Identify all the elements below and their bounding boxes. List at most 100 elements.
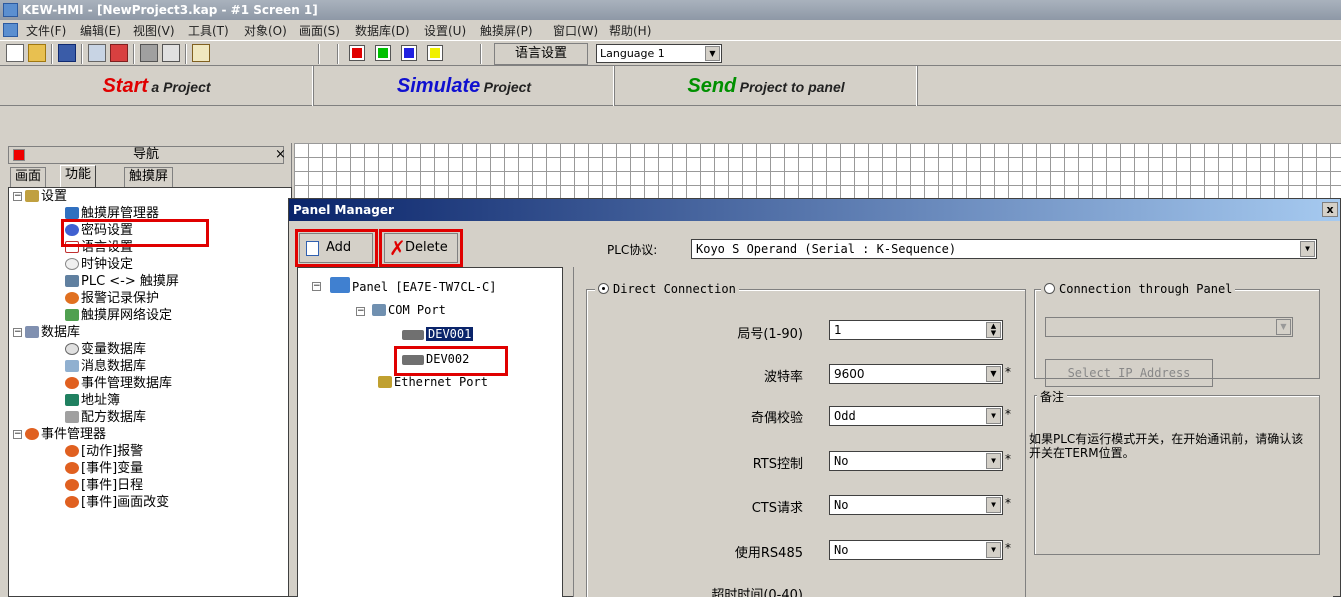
language-select[interactable]: Language 1 ▼: [596, 44, 722, 63]
chevron-down-icon[interactable]: ▼: [986, 366, 1001, 382]
screen-canvas[interactable]: [294, 143, 1341, 198]
simulate-project-button[interactable]: Simulate Project: [314, 66, 615, 106]
tree-item-event-db[interactable]: 事件管理数据库: [65, 375, 172, 392]
tree-item-recipe-db[interactable]: 配方数据库: [65, 409, 146, 426]
clock-icon: [65, 258, 79, 270]
device-icon: [402, 330, 424, 340]
rs485-select[interactable]: No ▼: [829, 540, 1003, 560]
tree-item-plc-panel[interactable]: PLC <-> 触摸屏: [65, 273, 179, 290]
rs485-label: 使用RS485: [734, 546, 803, 561]
collapse-icon[interactable]: −: [312, 282, 321, 291]
toolbar-separator: [51, 44, 53, 64]
tree-item-dev001[interactable]: DEV001: [402, 326, 474, 343]
tree-item-variable-db[interactable]: 变量数据库: [65, 341, 146, 358]
simulate-sublabel: Project: [483, 79, 532, 95]
chevron-down-icon[interactable]: ▼: [986, 453, 1001, 469]
transfer-icon[interactable]: [110, 44, 128, 62]
tree-item-network[interactable]: 触摸屏网络设定: [65, 307, 172, 324]
menu-file[interactable]: 文件(F): [26, 22, 66, 39]
ethernet-icon: [378, 376, 392, 388]
tree-item-message-db[interactable]: 消息数据库: [65, 358, 146, 375]
chevron-down-icon[interactable]: ▼: [986, 497, 1001, 513]
menu-view[interactable]: 视图(V): [133, 22, 175, 39]
baud-rate-select[interactable]: 9600 ▼: [829, 364, 1003, 384]
select-ip-address-button[interactable]: Select IP Address: [1045, 359, 1213, 387]
open-folder-icon[interactable]: [28, 44, 46, 62]
parity-select[interactable]: Odd ▼: [829, 406, 1003, 426]
print-preview-icon[interactable]: [162, 44, 180, 62]
document-icon[interactable]: [3, 23, 18, 37]
tree-item-settings[interactable]: 设置: [25, 188, 67, 205]
chevron-down-icon[interactable]: ▼: [986, 542, 1001, 558]
required-star: *: [1005, 452, 1011, 466]
plc-protocol-value: Koyo S Operand (Serial : K-Sequence): [696, 242, 957, 256]
menu-screen[interactable]: 画面(S): [299, 22, 340, 39]
tree-item-alarm-backup[interactable]: 报警记录保护: [65, 290, 159, 307]
close-icon[interactable]: ×: [275, 147, 286, 162]
chevron-down-icon[interactable]: ▼: [705, 46, 720, 61]
tree-item-database[interactable]: 数据库: [25, 324, 80, 341]
station-input[interactable]: 1 ▲ ▼: [829, 320, 1003, 340]
panel-connection-select[interactable]: ▼: [1045, 317, 1293, 337]
window-title: KEW-HMI - [NewProject3.kap - #1 Screen 1…: [22, 3, 318, 17]
blue-color-icon[interactable]: [401, 45, 417, 61]
tree-item-address-book[interactable]: 地址簿: [65, 392, 120, 409]
toolbar-separator: [337, 44, 339, 64]
app-icon: [3, 3, 18, 17]
tree-item-label: 事件管理数据库: [81, 376, 173, 391]
cts-select[interactable]: No ▼: [829, 495, 1003, 515]
tree-item-ethernet[interactable]: Ethernet Port: [378, 374, 488, 391]
tab-touchscreen[interactable]: 触摸屏: [124, 167, 174, 187]
tree-item-event-screen-change[interactable]: [事件]画面改变: [65, 494, 169, 511]
tree-item-clock[interactable]: 时钟设定: [65, 256, 133, 273]
database-icon: [25, 326, 39, 338]
menu-object[interactable]: 对象(O): [244, 22, 287, 39]
spinner-icon[interactable]: ▲ ▼: [986, 322, 1001, 338]
menu-window[interactable]: 窗口(W): [553, 22, 598, 39]
tree-item-event-schedule[interactable]: [事件]日程: [65, 477, 143, 494]
tree-item-panel[interactable]: Panel [EA7E-TW7CL-C]: [330, 277, 497, 294]
tree-item-label: [动作]报警: [81, 444, 144, 459]
print-icon[interactable]: [140, 44, 158, 62]
save-icon[interactable]: [58, 44, 76, 62]
collapse-icon[interactable]: −: [13, 430, 22, 439]
collapse-icon[interactable]: −: [13, 192, 22, 201]
new-file-icon[interactable]: [6, 44, 24, 62]
green-color-icon[interactable]: [375, 45, 391, 61]
radio-on-icon: [598, 283, 609, 294]
chevron-down-icon[interactable]: ▼: [986, 408, 1001, 424]
chevron-down-icon[interactable]: ▼: [1276, 319, 1291, 335]
tree-item-action-alarm[interactable]: [动作]报警: [65, 443, 143, 460]
yellow-color-icon[interactable]: [427, 45, 443, 61]
tab-function[interactable]: 功能: [60, 165, 97, 187]
menu-settings[interactable]: 设置(U): [424, 22, 466, 39]
language-settings-button[interactable]: 语言设置: [494, 43, 588, 65]
chevron-down-icon[interactable]: ▼: [1300, 241, 1315, 257]
close-icon[interactable]: x: [1322, 202, 1338, 217]
tab-screen[interactable]: 画面: [10, 167, 47, 187]
rts-select[interactable]: No ▼: [829, 451, 1003, 471]
recipe-icon: [65, 411, 79, 423]
menu-edit[interactable]: 编辑(E): [80, 22, 121, 39]
tree-item-event-manager[interactable]: 事件管理器: [25, 426, 106, 443]
required-star: *: [1005, 407, 1011, 421]
direct-connection-radio[interactable]: Direct Connection: [595, 282, 739, 296]
dialog-titlebar[interactable]: Panel Manager x: [289, 199, 1340, 221]
red-color-icon[interactable]: [349, 45, 365, 61]
menu-tools[interactable]: 工具(T): [188, 22, 229, 39]
send-project-button[interactable]: Send Project to panel: [615, 66, 918, 106]
screen-icon[interactable]: [88, 44, 106, 62]
collapse-icon[interactable]: −: [356, 307, 365, 316]
plc-protocol-select[interactable]: Koyo S Operand (Serial : K-Sequence) ▼: [691, 239, 1317, 259]
menu-help[interactable]: 帮助(H): [609, 22, 651, 39]
info-icon[interactable]: [192, 44, 210, 62]
window-titlebar[interactable]: KEW-HMI - [NewProject3.kap - #1 Screen 1…: [0, 0, 1341, 20]
menu-touchscreen[interactable]: 触摸屏(P): [480, 22, 533, 39]
through-panel-radio[interactable]: Connection through Panel: [1041, 282, 1236, 296]
start-project-button[interactable]: Start a Project: [0, 66, 314, 106]
menu-database[interactable]: 数据库(D): [355, 22, 410, 39]
tree-item-event-variable[interactable]: [事件]变量: [65, 460, 143, 477]
collapse-icon[interactable]: −: [13, 328, 22, 337]
tree-item-com-port[interactable]: COM Port: [372, 302, 446, 319]
baud-rate-value: 9600: [834, 367, 865, 381]
